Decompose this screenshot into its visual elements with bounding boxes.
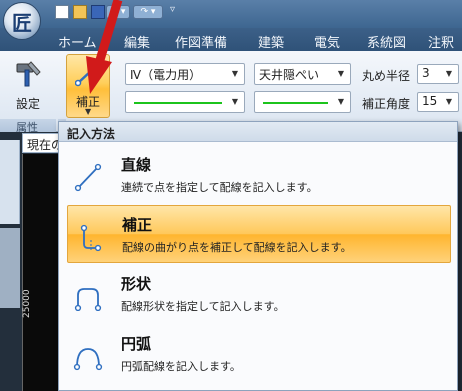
item-title: 円弧: [121, 335, 152, 353]
tab-architecture[interactable]: 建築: [258, 32, 284, 51]
tab-electrical[interactable]: 電気: [314, 32, 340, 51]
round-radius-value: 3: [422, 66, 430, 80]
settings-label: 設定: [15, 97, 40, 111]
line-style-select[interactable]: ▼: [125, 91, 245, 113]
correction-angle-value: 15: [422, 94, 438, 108]
entry-method-straight[interactable]: 直線 連続で点を指定して配線を記入します。: [67, 146, 451, 204]
chevron-down-icon: ▼: [231, 97, 239, 106]
entry-method-dropdown: 記入方法 直線 連続で点を指定して配線を記入します。 補正 配線の曲がり点を補正…: [58, 121, 458, 391]
construction-type-value: 天井隠ぺい: [259, 68, 320, 82]
item-title: 直線: [121, 156, 152, 174]
green-line-swatch: [263, 102, 328, 104]
green-line-swatch: [134, 102, 222, 104]
tab-edit[interactable]: 編集: [124, 32, 150, 51]
corrected-line-icon: [80, 224, 102, 252]
chevron-down-icon: ▼: [337, 97, 345, 106]
chevron-down-icon: ▼: [231, 69, 239, 78]
item-description: 配線形状を指定して記入します。: [121, 300, 285, 313]
item-description: 配線の曲がり点を補正して配線を記入します。: [122, 241, 352, 254]
app-logo: 匠: [12, 10, 32, 35]
chevron-down-icon: ▼: [445, 97, 453, 106]
chevron-down-icon: ▼: [337, 69, 345, 78]
straight-line-icon: [74, 163, 102, 192]
app-menu-button[interactable]: 匠: [3, 2, 41, 40]
pointer-arrow-icon: [86, 0, 123, 94]
arc-line-icon: [73, 348, 103, 371]
tab-annotation[interactable]: 注釈: [428, 32, 454, 51]
tab-drawing-prep[interactable]: 作図準備: [175, 32, 227, 51]
correction-angle-label: 補正角度: [362, 97, 411, 111]
entry-method-corrected[interactable]: 補正 配線の曲がり点を補正して配線を記入します。: [67, 205, 451, 263]
dropdown-header: 記入方法: [59, 122, 457, 142]
chevron-down-icon: ▼: [85, 107, 92, 116]
ruler-dimension-text: 25000: [22, 289, 32, 318]
item-title: 補正: [122, 216, 153, 234]
redo-button[interactable]: ↷ ▾: [133, 5, 163, 19]
side-panel-tab[interactable]: [0, 140, 20, 224]
entry-method-arc[interactable]: 円弧 円弧配線を記入します。: [67, 325, 451, 383]
hammer-icon: [16, 61, 41, 87]
construction-type-select[interactable]: 天井隠ぺい ▼: [254, 63, 351, 85]
round-radius-label: 丸め半径: [362, 69, 411, 83]
line-style-select-2[interactable]: ▼: [254, 91, 351, 113]
wire-type-select[interactable]: Ⅳ（電力用） ▼: [125, 63, 245, 85]
item-title: 形状: [121, 275, 152, 293]
item-description: 連続で点を指定して配線を記入します。: [121, 181, 318, 194]
side-panel-tab-2[interactable]: [0, 228, 20, 308]
round-radius-input[interactable]: 3 ▼: [417, 64, 459, 84]
wire-type-value: Ⅳ（電力用）: [130, 68, 202, 82]
entry-method-shape[interactable]: 形状 配線形状を指定して記入します。: [67, 265, 451, 323]
correction-angle-input[interactable]: 15 ▼: [417, 92, 459, 112]
tab-system-diagram[interactable]: 系統図: [367, 32, 406, 51]
customize-quick-access-button[interactable]: ▿: [170, 4, 184, 18]
item-description: 円弧配線を記入します。: [121, 360, 241, 373]
chevron-down-icon: ▼: [445, 69, 453, 78]
settings-button[interactable]: 設定: [5, 55, 51, 117]
shape-line-icon: [74, 288, 102, 311]
